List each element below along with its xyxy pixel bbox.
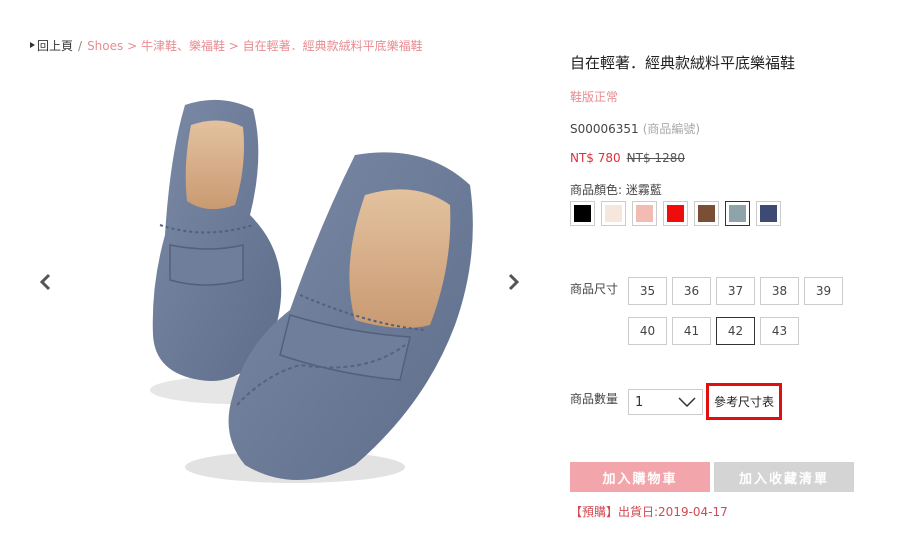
- product-sku: S00006351 (商品編號): [570, 120, 700, 137]
- price: NT$ 780 NT$ 1280: [570, 151, 685, 165]
- size-option[interactable]: 42: [716, 317, 755, 345]
- chevron-right-icon: [508, 273, 520, 291]
- color-swatches: [570, 201, 781, 226]
- size-option[interactable]: 36: [672, 277, 711, 305]
- breadcrumb-path[interactable]: Shoes > 牛津鞋、樂福鞋 > 自在輕著．經典款絨料平底樂福鞋: [87, 39, 423, 53]
- size-option[interactable]: 40: [628, 317, 667, 345]
- color-swatch[interactable]: [632, 201, 657, 226]
- size-option[interactable]: 38: [760, 277, 799, 305]
- chevron-left-icon: [39, 273, 51, 291]
- size-option[interactable]: 43: [760, 317, 799, 345]
- chevron-down-icon: [678, 397, 696, 407]
- color-swatch-fill: [729, 205, 746, 222]
- product-image: [150, 99, 473, 483]
- product-info-panel: 自在輕著．經典款絨料平底樂福鞋 鞋版正常 S00006351 (商品編號) NT$…: [570, 0, 900, 550]
- product-gallery: [30, 70, 540, 540]
- color-swatch[interactable]: [725, 201, 750, 226]
- sku-label: (商品編號): [642, 122, 701, 136]
- breadcrumb: 回上頁 / Shoes > 牛津鞋、樂福鞋 > 自在輕著．經典款絨料平底樂福鞋: [30, 37, 423, 54]
- color-swatch-fill: [667, 205, 684, 222]
- color-swatch[interactable]: [694, 201, 719, 226]
- color-swatch-fill: [605, 205, 622, 222]
- quantity-value: 1: [635, 394, 644, 410]
- add-to-cart-button[interactable]: 加入購物車: [570, 462, 710, 492]
- color-swatch-fill: [636, 205, 653, 222]
- size-options: 35 36 37 38 39 40 41 42 43: [628, 277, 858, 345]
- fit-note: 鞋版正常: [570, 90, 619, 104]
- color-swatch-fill: [574, 205, 591, 222]
- color-swatch[interactable]: [756, 201, 781, 226]
- sku-value: S00006351: [570, 122, 639, 136]
- color-swatch[interactable]: [601, 201, 626, 226]
- gallery-prev-button[interactable]: [33, 270, 57, 294]
- color-swatch[interactable]: [663, 201, 688, 226]
- size-option[interactable]: 41: [672, 317, 711, 345]
- color-swatch-fill: [698, 205, 715, 222]
- gallery-next-button[interactable]: [502, 270, 526, 294]
- breadcrumb-separator: /: [78, 39, 83, 53]
- size-chart-link[interactable]: 參考尺寸表: [706, 383, 782, 420]
- quantity-select[interactable]: 1: [628, 389, 703, 415]
- breadcrumb-back-link[interactable]: 回上頁: [30, 39, 73, 53]
- sale-price: NT$ 780: [570, 151, 621, 165]
- size-option[interactable]: 37: [716, 277, 755, 305]
- add-to-wishlist-button[interactable]: 加入收藏清單: [714, 462, 854, 492]
- quantity-label: 商品數量: [570, 392, 619, 406]
- size-option[interactable]: 39: [804, 277, 843, 305]
- size-label: 商品尺寸: [570, 282, 619, 296]
- color-swatch[interactable]: [570, 201, 595, 226]
- color-label: 商品顏色: 迷霧藍: [570, 183, 662, 197]
- original-price: NT$ 1280: [626, 151, 685, 165]
- product-title: 自在輕著．經典款絨料平底樂福鞋: [570, 54, 796, 72]
- size-option[interactable]: 35: [628, 277, 667, 305]
- color-swatch-fill: [760, 205, 777, 222]
- preorder-ship-date: 【預購】出貨日:2019-04-17: [570, 505, 728, 519]
